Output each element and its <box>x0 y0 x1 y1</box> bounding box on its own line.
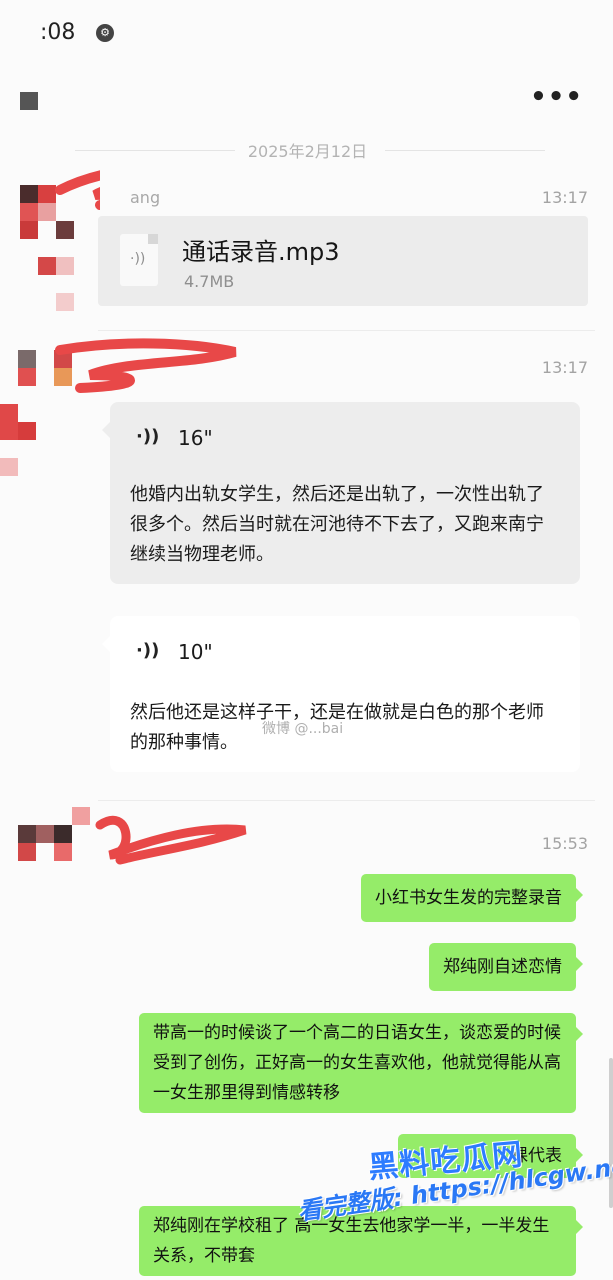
sound-wave-icon: ·)) <box>130 251 146 267</box>
avatar-3 <box>18 807 247 865</box>
avatar-1 <box>20 170 100 311</box>
voice-icon: ·)) <box>136 640 160 661</box>
message-time-3: 15:53 <box>541 834 588 853</box>
row-divider <box>98 330 595 331</box>
voice-transcript: 他婚内出轨女学生，然后还是出轨了，一次性出轨了很多个。然后当时就在河池待不下去了… <box>130 484 544 565</box>
row-divider <box>98 800 595 801</box>
chat-bubble[interactable]: 郑纯刚自述恋情 <box>429 943 583 991</box>
back-icon[interactable] <box>20 92 38 110</box>
bubble-tail <box>102 422 110 438</box>
status-time: :08 <box>40 20 76 45</box>
date-divider: 2025年2月12日 <box>240 138 375 162</box>
file-card[interactable]: ·)) 通话录音.mp3 4.7MB <box>98 216 588 306</box>
platform-watermark: 微博 @...bai <box>262 721 344 737</box>
settings-icon: ⚙ <box>96 24 114 42</box>
voice-transcript: 然后他还是这样子干，还是在做就是白色的那个老师的那种事情。 <box>130 702 544 753</box>
chat-bubble[interactable]: 小红书女生发的完整录音 <box>361 874 583 922</box>
voice-icon: ·)) <box>136 426 160 447</box>
sender-name-1: ang <box>130 188 161 207</box>
bubble-tail <box>102 636 110 652</box>
voice-duration: 10" <box>178 640 213 664</box>
audio-file-icon: ·)) <box>120 234 158 286</box>
date-divider-line-right <box>385 150 545 151</box>
voice-duration: 16" <box>178 426 213 450</box>
voice-message-1[interactable]: ·)) 16" 他婚内出轨女学生，然后还是出轨了，一次性出轨了很多个。然后当时就… <box>102 402 580 584</box>
file-name: 通话录音.mp3 <box>182 238 340 266</box>
chat-bubble[interactable]: 带高一的时候谈了一个高二的日语女生，谈恋爱的时候受到了创伤，正好高一的女生喜欢他… <box>139 1013 583 1113</box>
scrollbar[interactable] <box>609 1058 613 1208</box>
message-time-2: 13:17 <box>541 358 588 377</box>
message-time-1: 13:17 <box>541 188 588 207</box>
file-size: 4.7MB <box>184 272 235 291</box>
voice-message-2[interactable]: ·)) 10" 然后他还是这样子干，还是在做就是白色的那个老师的那种事情。 <box>102 616 580 772</box>
more-button[interactable]: ••• <box>530 82 583 112</box>
